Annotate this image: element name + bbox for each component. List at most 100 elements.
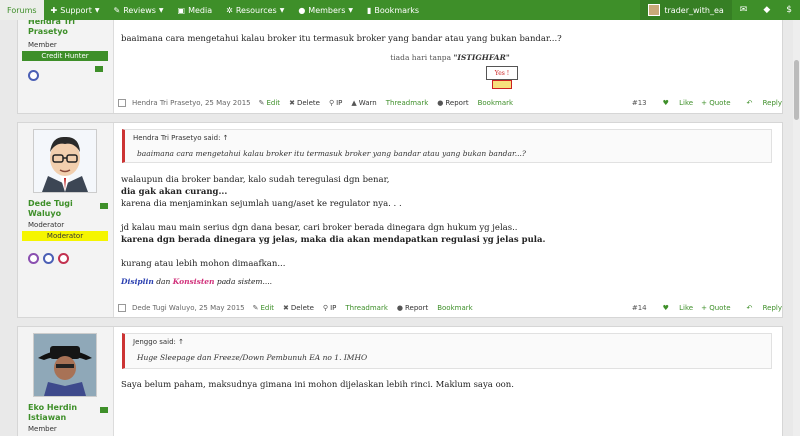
award-icon[interactable] <box>28 253 39 264</box>
post-15: Eko Herdin Istiawan Member Jenggo said: … <box>17 326 783 436</box>
sig-word: pada sistem.... <box>216 277 273 286</box>
author-name[interactable]: Hendra Tri Prasetyo <box>28 17 108 37</box>
nav-resources[interactable]: ✲ Resources ▼ <box>219 0 291 20</box>
report-label: Report <box>445 99 469 107</box>
signature: Disiplin dan Konsisten pada sistem.... <box>121 276 545 288</box>
nav-label: Forums <box>7 5 37 15</box>
pin-icon: ⚲ <box>322 304 329 312</box>
like-link[interactable]: ♥ Like <box>655 304 693 312</box>
ip-link[interactable]: ⚲ IP <box>329 99 342 107</box>
bookmark-link[interactable]: Bookmark <box>437 304 472 312</box>
reply-link[interactable]: ↶ Reply <box>739 99 783 107</box>
avatar[interactable] <box>33 129 97 193</box>
inbox-icon[interactable]: ✉ <box>732 5 756 15</box>
alerts-icon[interactable]: ◆ <box>755 5 778 15</box>
edit-link[interactable]: ✎ Edit <box>259 99 280 107</box>
report-link[interactable]: ● Report <box>437 99 468 107</box>
delete-link[interactable]: ✖ Delete <box>289 99 320 107</box>
post-sidebar: Dede Tugi Waluyo Moderator Moderator <box>18 123 114 317</box>
quote-link[interactable]: + Quote <box>701 99 730 107</box>
ip-label: IP <box>336 99 343 107</box>
mail-icon[interactable] <box>95 66 103 72</box>
dollar-icon[interactable]: $ <box>778 5 800 15</box>
nav-reviews[interactable]: ✎ Reviews ▼ <box>106 0 170 20</box>
reply-icon: ↶ <box>746 304 753 312</box>
nav-label: Support <box>60 5 92 15</box>
post-sidebar: Eko Herdin Istiawan Member <box>18 327 114 436</box>
bookmark-link[interactable]: Bookmark <box>478 99 513 107</box>
mail-icon[interactable] <box>100 407 108 413</box>
page-scrollbar[interactable] <box>793 20 800 436</box>
delete-icon: ✖ <box>283 304 289 312</box>
quote-link[interactable]: + Quote <box>701 304 730 312</box>
bookmarks-icon: ▮ <box>367 5 372 15</box>
sig-word: Disiplin <box>121 277 154 286</box>
trophy-list <box>28 253 69 264</box>
report-label: Report <box>405 304 429 312</box>
nav-forums[interactable]: Forums <box>0 0 44 20</box>
post-number[interactable]: #13 <box>632 99 647 107</box>
nav-bookmarks[interactable]: ▮ Bookmarks <box>360 0 426 20</box>
like-label: Like <box>679 304 694 312</box>
select-checkbox[interactable] <box>118 304 126 312</box>
signature: tiada hari tanpa "ISTIGHFAR" <box>118 53 782 62</box>
trophy-list <box>28 70 39 81</box>
mail-icon[interactable] <box>100 203 108 209</box>
user-banner: Credit Hunter <box>22 51 108 61</box>
delete-link[interactable]: ✖ Delete <box>283 304 314 312</box>
edit-label: Edit <box>266 99 281 107</box>
edit-link[interactable]: ✎ Edit <box>253 304 274 312</box>
message-body: baaimana cara mengetahui kalau broker it… <box>121 33 562 45</box>
author-name[interactable]: Eko Herdin Istiawan <box>28 403 98 423</box>
nav-media[interactable]: ▣ Media <box>171 0 220 20</box>
edit-icon: ✎ <box>258 99 265 107</box>
sig-word: Konsisten <box>172 277 215 286</box>
user-banner: Moderator <box>22 231 108 241</box>
quote-body: baaimana cara mengetahui kalau broker it… <box>137 149 526 158</box>
report-link[interactable]: ● Report <box>397 304 428 312</box>
quote-body: Huge Sleepage dan Freeze/Down Pembunuh E… <box>137 353 368 362</box>
body-text: baaimana cara mengetahui kalau broker it… <box>121 34 562 44</box>
award-icon[interactable] <box>43 253 54 264</box>
avatar <box>648 4 661 16</box>
post-number[interactable]: #14 <box>632 304 647 312</box>
ip-link[interactable]: ⚲ IP <box>323 304 336 312</box>
post-footer: Dede Tugi Waluyo, 25 May 2015 ✎ Edit ✖ Del… <box>118 302 782 314</box>
signature-image: Yes ! <box>482 62 522 90</box>
chevron-down-icon: ▼ <box>348 6 353 14</box>
user-title: Moderator <box>28 221 65 229</box>
avatar[interactable] <box>33 333 97 397</box>
account-menu[interactable]: trader_with_ea <box>640 0 732 20</box>
threadmark-link[interactable]: Threadmark <box>345 304 388 312</box>
sig-text: tiada hari tanpa <box>390 53 452 62</box>
post-date[interactable]: Dede Tugi Waluyo, 25 May 2015 <box>132 304 245 312</box>
post-14: Dede Tugi Waluyo Moderator Moderator Hen… <box>17 122 783 318</box>
report-icon: ● <box>396 304 403 312</box>
reply-link[interactable]: ↶ Reply <box>739 304 783 312</box>
quote-header[interactable]: Jenggo said: ↑ <box>125 334 771 350</box>
members-icon: ● <box>298 5 306 15</box>
sig-emphasis: "ISTIGHFAR" <box>453 53 510 62</box>
edit-label: Edit <box>260 304 275 312</box>
award-icon[interactable] <box>28 70 39 81</box>
delete-label: Delete <box>290 304 314 312</box>
account-name: trader_with_ea <box>664 5 724 15</box>
post-footer: Hendra Tri Prasetyo, 25 May 2015 ✎ Edit ✖… <box>118 97 782 109</box>
like-link[interactable]: ♥ Like <box>655 99 693 107</box>
message-content: Hendra Tri Prasetyo said: ↑ baaimana car… <box>118 123 782 317</box>
award-icon[interactable] <box>58 253 69 264</box>
reply-label: Reply <box>762 99 782 107</box>
warn-link[interactable]: ▲ Warn <box>351 99 376 107</box>
author-name[interactable]: Dede Tugi Waluyo <box>28 199 78 219</box>
scrollbar-thumb[interactable] <box>794 60 799 120</box>
select-checkbox[interactable] <box>118 99 126 107</box>
chevron-down-icon: ▼ <box>94 6 100 14</box>
sign-board: Yes ! <box>486 66 518 80</box>
like-label: Like <box>679 99 694 107</box>
quote-header[interactable]: Hendra Tri Prasetyo said: ↑ <box>125 130 771 146</box>
nav-members[interactable]: ● Members ▼ <box>291 0 360 20</box>
support-icon: ✚ <box>50 5 58 15</box>
nav-support[interactable]: ✚ Support ▼ <box>44 0 107 20</box>
threadmark-link[interactable]: Threadmark <box>386 99 429 107</box>
post-date[interactable]: Hendra Tri Prasetyo, 25 May 2015 <box>132 99 251 107</box>
